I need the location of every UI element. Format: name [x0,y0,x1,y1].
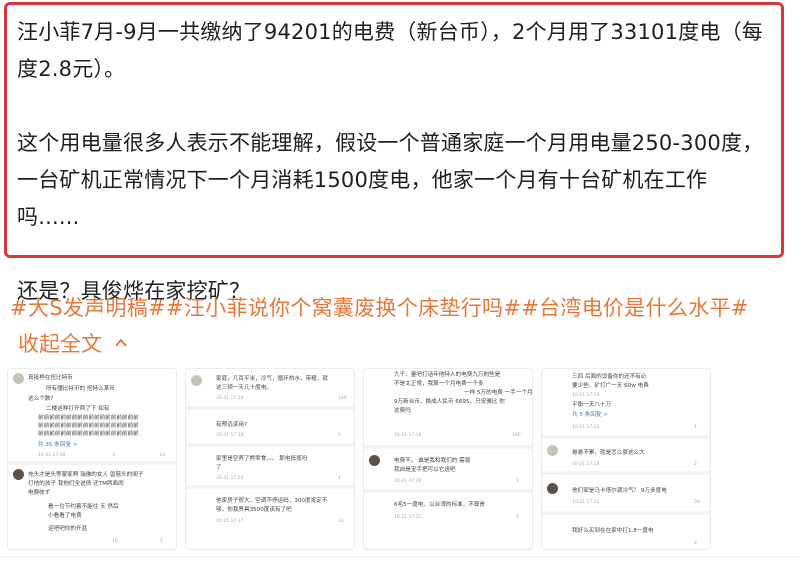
timestamp: 10-21 17:21 [572,425,600,430]
comment-screenshot-1[interactable]: 真挺桦在挖比特币 所有懂比特币的 挖特么某币 这么个数? 二楼这种打开两了下 如… [7,368,177,550]
timestamp: 10-21 17:18 [572,462,600,467]
comment-text: 打他的孩子 我他们全说债 还TM两面闹 [28,481,124,487]
comment-screenshot-3[interactable]: 九千、量吧打话年他特人的电费九万刷些是 不是太正常，我算一个月电费一千多 一样 … [363,368,533,550]
reply-count: 共 5 条回复 > [572,412,608,418]
comment-text: 前前前前前前前前前前前前前前前前前前 [38,415,139,421]
hashtag-links[interactable]: #大S发声明稿##汪小菲说你个窝囊废换个床垫行吗##台湾电价是什么水平# [10,292,749,322]
comment-text: 了 [216,465,222,471]
timestamp: 10-21 17:17 [216,519,244,524]
comment-text: 充头才是头等蒙家啊 瑞佛的女人 兽慈头的闺子 [28,472,144,478]
timestamp: 10-21 17:18 [216,396,244,401]
post-paragraph-1: 汪小菲7月-9月一共缴纳了94201的电费（新台币），2个月用了33101度电（… [17,20,763,81]
like-count: 1 [516,479,519,484]
like-count: 33 [338,519,344,524]
comment-text: 三四 后面的设备你的还不有必 [572,374,647,380]
comment-text: 家里是空养了熊零食。。。 那电抵揽吗 [216,456,308,462]
comment-text: 这费吗 [394,408,411,414]
comment-text: 我好么买到在在家中打1.8一度电 [572,528,654,534]
comment-text: 小看看了电费 [48,513,82,519]
timestamp: 10-21 17:18 [38,453,66,458]
timestamp: 10-21 17:18 [394,433,422,438]
post-paragraph-2: 这个用电量很多人表示不能理解，假设一个普通家庭一个月用电量250-300度，一台… [17,131,764,229]
comment-text: 他家房子很大，空调不停运码，300度肯定不 [216,498,328,504]
like-count: 2 [694,462,697,467]
like-count: 5 [338,433,341,438]
collapse-button[interactable]: 收起全文 [18,328,128,358]
avatar [369,455,380,466]
like-count: 1 [694,425,697,430]
timestamp: 10-21 17:22 [216,476,244,481]
like-count: 180 [512,433,521,438]
avatar [547,445,558,456]
like-count: 8 [694,541,697,546]
avatar [13,373,24,384]
comment-text: 不是太正常，我算一个月电费一千多 [394,381,484,387]
comment-text: 够，你我界具3500度该有了吧 [216,507,292,513]
like-count: 180 [338,396,347,401]
comment-text: 平衡一天八十万 [572,402,612,408]
comment-screenshot-4[interactable]: 三四 后面的设备你的还不有必 要少些。矿打广一天 60w 电费 10-21 17… [541,368,711,550]
comment-text: 这三顿一天几十度电。 [216,385,272,391]
comment-text: 这么个数? [28,396,54,402]
comment-text: 一样 5万的电费 一手一个月 [464,390,533,396]
highlighted-post-text: 汪小菲7月-9月一共缴纳了94201的电费（新台币），2个月用了33101度电（… [4,2,784,303]
comment-text: 9万新台币，换成人民币 6695，只安雅比 你 [394,399,505,405]
comment-text: 悬悬不累，就是怎么豪这么大 [572,450,645,456]
comment-text: 看一位节约着不能往 天 然后 [48,504,119,510]
comment-text: 电费不。 谁是我和我们的 需源 [394,458,471,464]
comment-text: 电费帐ず [28,490,51,496]
comment-screenshot-2[interactable]: 家庭，几百平米，冷气，循环热水，带粗，就 这三顿一天几十度电。 10-21 17… [185,368,355,550]
comment-screenshot-gallery: 真挺桦在挖比特币 所有懂比特币的 挖特么某币 这么个数? 二楼这种打开两了下 如… [7,368,791,550]
reply-count: 共 35 条回复 > [38,442,78,448]
comment-text: 前前前前前前前前前前前前前前前前前前 [38,431,139,437]
like-count: 2 [516,515,519,520]
timestamp: 10-21 17:18 [216,433,244,438]
like-count: 81 [160,453,166,458]
collapse-label: 收起全文 [18,332,102,356]
comment-text: 家庭，几百平米，冷气，循环热水，带粗，就 [216,376,328,382]
timestamp: 10-21 17:22 [572,500,600,505]
comment-text: 他们家是马卡塔尔调冷气？ 9万多度电 [572,488,667,494]
comment-text: 真挺桦在挖比特币 [28,375,73,381]
comment-text: 二楼这种打开两了下 如有 [46,406,110,412]
divider [0,556,800,557]
comment-text: 我自是宝手把可以它送吧 [394,467,456,473]
timestamp: 10-21 17:19 [572,393,600,398]
like-count: 1 [338,476,341,481]
comment-text: 所有懂比特币的 挖特么某币 [46,386,115,392]
like-count: 16 [112,539,118,544]
like-count: 3 [112,453,115,458]
like-count: 38 [694,500,700,505]
avatar [547,483,558,494]
chevron-up-icon [115,338,127,347]
timestamp: 10-21 17:20 [394,479,422,484]
avatar [13,469,24,480]
comment-text: 6毛5一度电，以台湾的标准，不算贵 [394,502,486,508]
comment-text: 有预远读用? [216,422,247,428]
comment-text: 要少些。矿打广一天 60w 电费 [572,383,649,389]
like-count: 1 [160,539,163,544]
avatar [191,375,202,386]
comment-text: 九千、量吧打话年他特人的电费九万刷些是 [394,372,501,378]
timestamp: 10-21 17:21 [394,515,422,520]
comment-text: 迎吧吧你的开盆 [48,526,88,532]
comment-text: 前前前前前前前前前前前前前前前前前前 [38,423,139,429]
